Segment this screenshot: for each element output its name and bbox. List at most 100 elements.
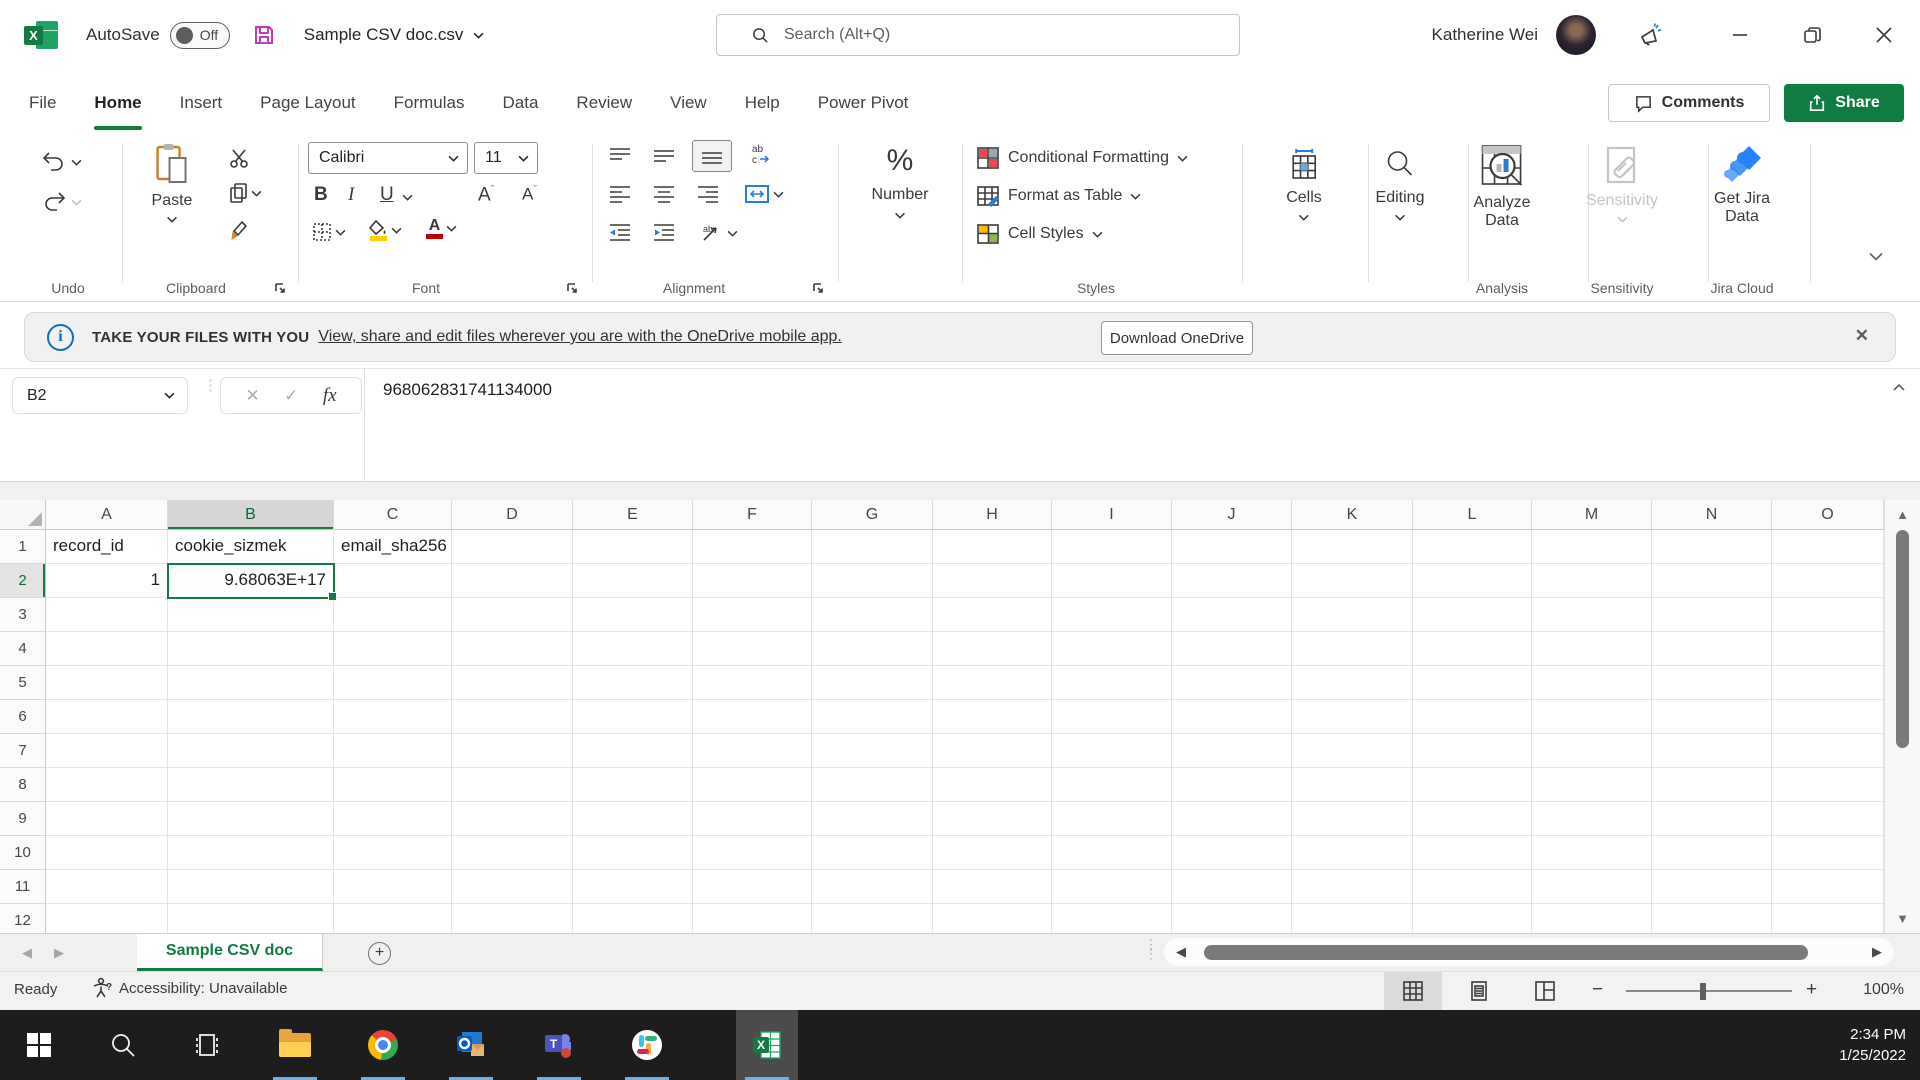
tab-formulas[interactable]: Formulas (375, 71, 484, 135)
cell-O9[interactable] (1772, 802, 1884, 836)
cell-I10[interactable] (1052, 836, 1172, 870)
close-button[interactable] (1848, 0, 1920, 70)
row-header-4[interactable]: 4 (0, 632, 46, 666)
align-bottom-button[interactable] (692, 140, 732, 172)
editing-button[interactable]: Editing (1376, 148, 1425, 221)
cell-E3[interactable] (573, 598, 693, 632)
cell-E4[interactable] (573, 632, 693, 666)
cell-E10[interactable] (573, 836, 693, 870)
cell-I2[interactable] (1052, 564, 1172, 598)
cell-F10[interactable] (693, 836, 812, 870)
cell-N10[interactable] (1652, 836, 1772, 870)
cell-C1[interactable]: email_sha256 (334, 530, 452, 564)
align-top-button[interactable] (608, 146, 632, 166)
column-header-N[interactable]: N (1652, 500, 1772, 530)
cell-M8[interactable] (1532, 768, 1652, 802)
cell-D7[interactable] (452, 734, 573, 768)
cell-A3[interactable] (46, 598, 168, 632)
zoom-out-icon[interactable]: − (1592, 979, 1603, 1001)
cell-B2[interactable]: 9.68063E+17 (168, 564, 334, 598)
cell-L3[interactable] (1413, 598, 1532, 632)
cell-I3[interactable] (1052, 598, 1172, 632)
cell-N3[interactable] (1652, 598, 1772, 632)
task-view-button[interactable] (176, 1010, 238, 1080)
redo-dropdown-icon[interactable] (71, 199, 82, 206)
onedrive-link[interactable]: View, share and edit files wherever you … (318, 328, 842, 346)
enter-icon[interactable]: ✓ (284, 386, 298, 406)
chrome-icon[interactable] (352, 1010, 414, 1080)
cell-M11[interactable] (1532, 870, 1652, 904)
cell-B6[interactable] (168, 700, 334, 734)
user-name[interactable]: Katherine Wei (1432, 25, 1538, 45)
cell-H5[interactable] (933, 666, 1052, 700)
cell-G2[interactable] (812, 564, 933, 598)
cell-M6[interactable] (1532, 700, 1652, 734)
cell-A7[interactable] (46, 734, 168, 768)
cell-J12[interactable] (1172, 904, 1292, 933)
row-header-9[interactable]: 9 (0, 802, 46, 836)
cell-G5[interactable] (812, 666, 933, 700)
underline-dropdown-icon[interactable] (402, 194, 413, 201)
cell-L6[interactable] (1413, 700, 1532, 734)
cell-A12[interactable] (46, 904, 168, 933)
cell-G4[interactable] (812, 632, 933, 666)
taskbar-clock[interactable]: 2:34 PM 1/25/2022 (1839, 1024, 1906, 1066)
cell-H4[interactable] (933, 632, 1052, 666)
cell-B7[interactable] (168, 734, 334, 768)
page-break-preview-button[interactable] (1516, 972, 1574, 1010)
cell-J8[interactable] (1172, 768, 1292, 802)
column-header-E[interactable]: E (573, 500, 693, 530)
page-layout-view-button[interactable] (1450, 972, 1508, 1010)
cell-H7[interactable] (933, 734, 1052, 768)
clipboard-dialog-launcher[interactable] (274, 282, 286, 294)
cell-C10[interactable] (334, 836, 452, 870)
search-input[interactable]: Search (Alt+Q) (716, 14, 1240, 56)
cell-B10[interactable] (168, 836, 334, 870)
cell-M7[interactable] (1532, 734, 1652, 768)
row-header-3[interactable]: 3 (0, 598, 46, 632)
teams-icon[interactable]: T (528, 1010, 590, 1080)
tab-home[interactable]: Home (75, 71, 160, 135)
cell-H11[interactable] (933, 870, 1052, 904)
italic-button[interactable]: I (348, 184, 354, 206)
format-as-table-button[interactable]: Format as Table (976, 184, 1141, 208)
cell-F1[interactable] (693, 530, 812, 564)
tab-help[interactable]: Help (726, 71, 799, 135)
normal-view-button[interactable] (1384, 972, 1442, 1010)
wrap-text-button[interactable]: abc (750, 142, 776, 168)
fill-color-dropdown-icon[interactable] (391, 227, 402, 234)
column-header-A[interactable]: A (46, 500, 168, 530)
number-format-button[interactable]: % Number (872, 144, 929, 219)
cell-N8[interactable] (1652, 768, 1772, 802)
cell-C12[interactable] (334, 904, 452, 933)
cell-B9[interactable] (168, 802, 334, 836)
cell-F5[interactable] (693, 666, 812, 700)
download-onedrive-button[interactable]: Download OneDrive (1101, 321, 1253, 355)
column-header-K[interactable]: K (1292, 500, 1413, 530)
align-middle-button[interactable] (652, 146, 676, 166)
cell-M10[interactable] (1532, 836, 1652, 870)
whats-new-megaphone-icon[interactable] (1638, 22, 1664, 48)
font-name-select[interactable]: Calibri (308, 142, 468, 174)
accessibility-status[interactable]: ? Accessibility: Unavailable (92, 977, 287, 999)
cell-O7[interactable] (1772, 734, 1884, 768)
cell-J9[interactable] (1172, 802, 1292, 836)
redo-button[interactable] (40, 190, 82, 214)
notification-close-icon[interactable]: ✕ (1855, 326, 1869, 346)
outlook-icon[interactable] (440, 1010, 502, 1080)
cell-D4[interactable] (452, 632, 573, 666)
cell-H3[interactable] (933, 598, 1052, 632)
tab-file[interactable]: File (10, 71, 75, 135)
increase-font-size-button[interactable]: Aˆ (478, 184, 494, 206)
cell-J11[interactable] (1172, 870, 1292, 904)
cell-D8[interactable] (452, 768, 573, 802)
cell-H2[interactable] (933, 564, 1052, 598)
taskbar-search-button[interactable] (92, 1010, 154, 1080)
cell-C5[interactable] (334, 666, 452, 700)
row-header-6[interactable]: 6 (0, 700, 46, 734)
cell-A8[interactable] (46, 768, 168, 802)
cell-M9[interactable] (1532, 802, 1652, 836)
cell-L4[interactable] (1413, 632, 1532, 666)
cell-N7[interactable] (1652, 734, 1772, 768)
merge-dropdown-icon[interactable] (773, 191, 784, 198)
